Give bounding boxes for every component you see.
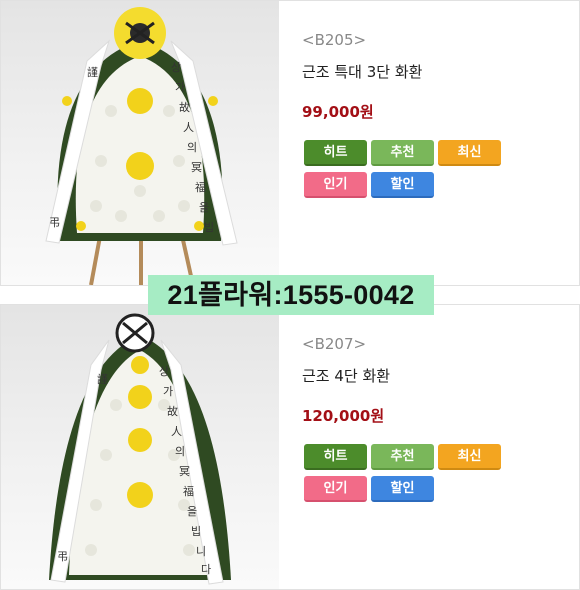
svg-text:다: 다 [201, 563, 211, 576]
wreath-image-1: 상가故 人의冥 福을빕 謹弔 [45, 7, 238, 285]
product-info: <B207> 근조 4단 화환 120,000원 히트 추천 최신 인기 할인 [302, 305, 579, 589]
badge-sale: 할인 [371, 172, 434, 198]
svg-text:謹: 謹 [97, 372, 108, 386]
badge-sale: 할인 [371, 476, 434, 502]
svg-text:福: 福 [195, 180, 206, 194]
product-code: <B207> [302, 335, 367, 353]
product-name[interactable]: 근조 4단 화환 [302, 365, 390, 386]
svg-text:故: 故 [179, 100, 190, 114]
product-card[interactable]: 상가故 人의冥 福을빕 謹弔 <B205> 근조 특대 3단 화환 99,000… [0, 0, 580, 286]
svg-text:故: 故 [167, 404, 178, 418]
badge-group: 히트 추천 최신 인기 할인 [304, 140, 508, 204]
svg-text:弔: 弔 [49, 216, 60, 229]
badge-hit: 히트 [304, 140, 367, 166]
product-image[interactable]: 상가故 人의冥 福을빕 니다 謹弔 [1, 305, 279, 589]
badge-recommend: 추천 [371, 444, 434, 470]
badge-new: 최신 [438, 140, 501, 166]
badge-hit: 히트 [304, 444, 367, 470]
svg-text:상: 상 [159, 365, 169, 378]
product-image[interactable]: 상가故 人의冥 福을빕 謹弔 [1, 1, 279, 285]
svg-text:빕: 빕 [204, 221, 214, 234]
product-code: <B205> [302, 31, 367, 49]
svg-text:니: 니 [196, 545, 206, 558]
svg-text:弔: 弔 [57, 550, 68, 563]
badge-group: 히트 추천 최신 인기 할인 [304, 444, 508, 508]
svg-text:福: 福 [183, 484, 194, 498]
svg-text:謹: 謹 [87, 65, 98, 79]
svg-text:빕: 빕 [191, 525, 201, 538]
badge-popular: 인기 [304, 172, 367, 198]
svg-text:冥: 冥 [179, 465, 190, 478]
phone-banner[interactable]: 21플라워:1555-0042 [148, 275, 434, 315]
svg-text:人: 人 [183, 121, 194, 134]
svg-text:을: 을 [187, 505, 197, 518]
svg-text:人: 人 [171, 425, 182, 438]
product-info: <B205> 근조 특대 3단 화환 99,000원 히트 추천 최신 인기 할인 [302, 1, 579, 285]
wreath-image-2: 상가故 人의冥 福을빕 니다 謹弔 [49, 313, 231, 585]
svg-text:상: 상 [171, 61, 181, 74]
badge-recommend: 추천 [371, 140, 434, 166]
badge-popular: 인기 [304, 476, 367, 502]
svg-text:가: 가 [163, 385, 173, 398]
svg-text:가: 가 [175, 81, 185, 94]
svg-text:의: 의 [187, 141, 197, 154]
product-price: 120,000원 [302, 407, 385, 425]
svg-text:을: 을 [199, 201, 209, 214]
product-price: 99,000원 [302, 103, 374, 121]
badge-new: 최신 [438, 444, 501, 470]
product-card[interactable]: 상가故 人의冥 福을빕 니다 謹弔 <B207> 근조 4단 화환 120,00… [0, 304, 580, 590]
product-name[interactable]: 근조 특대 3단 화환 [302, 61, 422, 82]
svg-text:冥: 冥 [191, 161, 202, 174]
svg-text:의: 의 [175, 445, 185, 458]
